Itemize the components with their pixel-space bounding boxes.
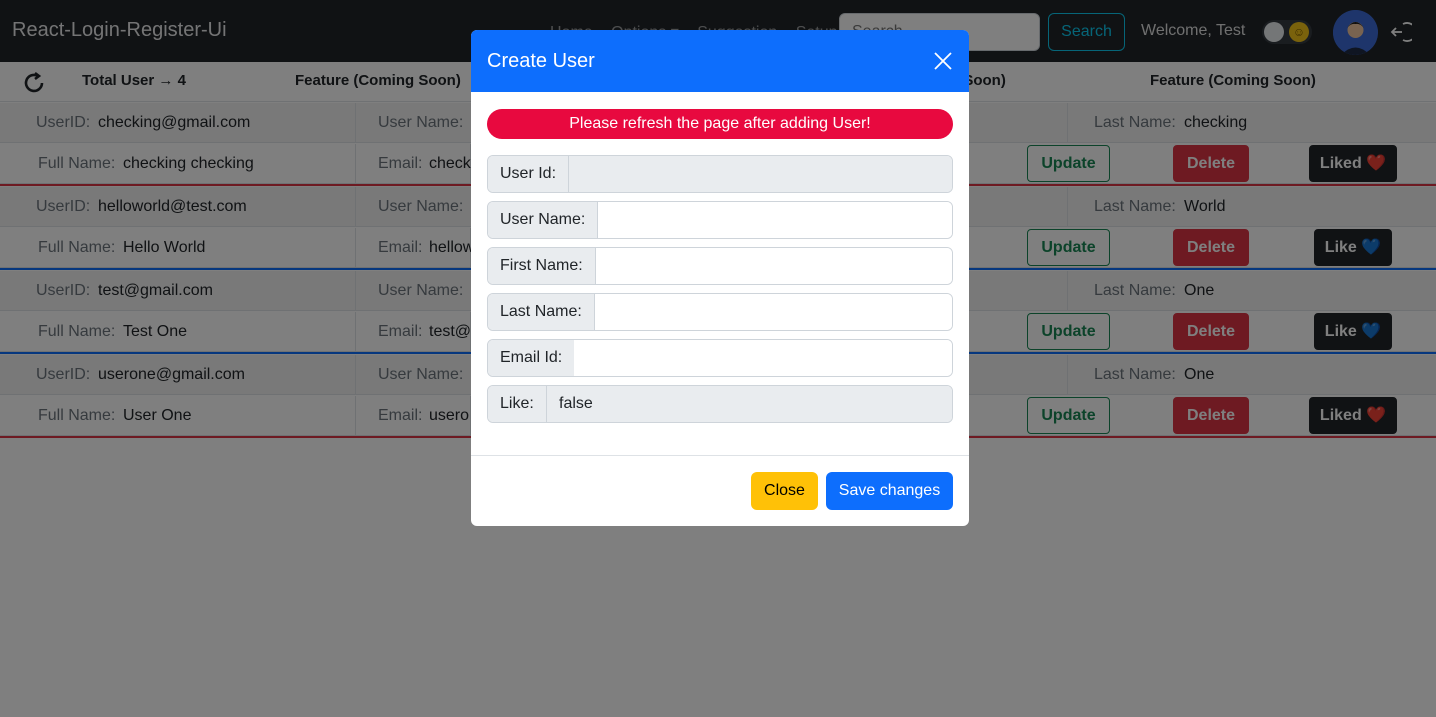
like-field-label: Like:	[488, 386, 547, 422]
user-id-group: User Id:	[487, 155, 953, 193]
close-button[interactable]: Close	[751, 472, 818, 510]
user-id-field[interactable]	[569, 156, 952, 192]
first-name-group: First Name:	[487, 247, 953, 285]
last-name-field[interactable]	[595, 294, 952, 330]
user-name-group: User Name:	[487, 201, 953, 239]
like-group: Like:	[487, 385, 953, 423]
last-name-group: Last Name:	[487, 293, 953, 331]
refresh-alert: Please refresh the page after adding Use…	[487, 109, 953, 139]
first-name-field-label: First Name:	[488, 248, 596, 284]
user-name-field[interactable]	[598, 202, 952, 238]
save-changes-button[interactable]: Save changes	[826, 472, 953, 510]
modal-title: Create User	[487, 50, 595, 72]
email-id-field[interactable]	[574, 340, 952, 376]
modal-footer-divider	[471, 455, 969, 456]
close-icon[interactable]	[933, 51, 953, 71]
email-id-group: Email Id:	[487, 339, 953, 377]
last-name-field-label: Last Name:	[488, 294, 595, 330]
modal-header: Create User	[471, 30, 969, 92]
like-field[interactable]	[547, 386, 952, 422]
email-id-field-label: Email Id:	[488, 340, 576, 376]
user-name-field-label: User Name:	[488, 202, 599, 238]
create-user-modal: Create User Please refresh the page afte…	[471, 30, 969, 526]
user-id-field-label: User Id:	[488, 156, 570, 192]
first-name-field[interactable]	[596, 248, 952, 284]
